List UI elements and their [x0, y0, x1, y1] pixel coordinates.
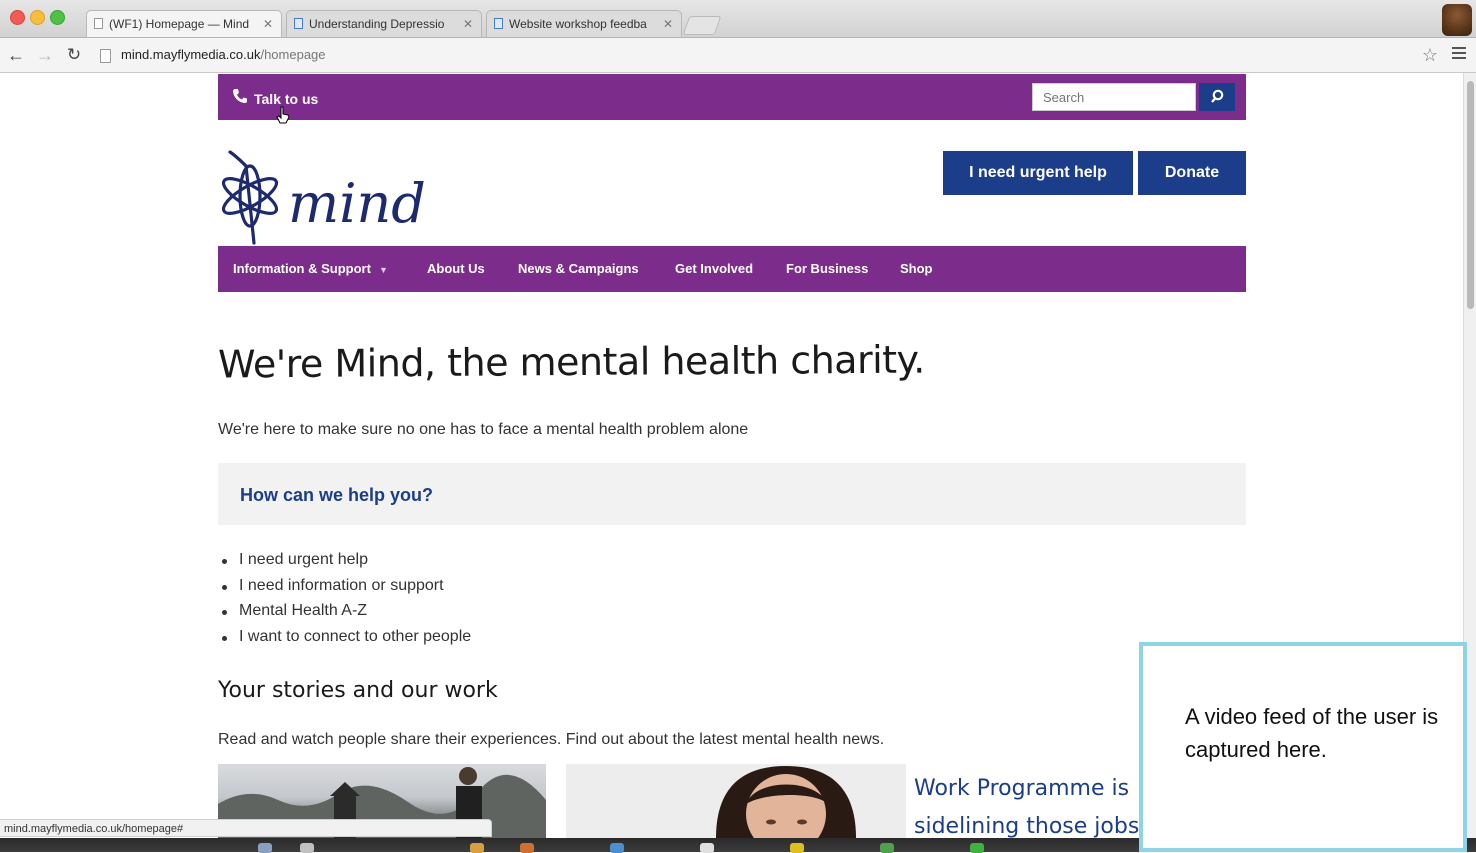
nav-item-information-support[interactable]: Information & Support ▼: [233, 246, 388, 292]
chevron-down-icon: ▼: [378, 265, 388, 275]
phone-icon: [232, 75, 248, 125]
page-subtitle: We're here to make sure no one has to fa…: [218, 421, 749, 438]
bookmark-star-icon[interactable]: ☆: [1422, 45, 1438, 66]
page-title: We're Mind, the mental health charity.: [217, 337, 925, 387]
tab-title: Website workshop feedba: [509, 17, 647, 31]
help-link-a-z[interactable]: Mental Health A-Z: [218, 599, 471, 625]
help-link-urgent[interactable]: I need urgent help: [218, 548, 471, 574]
browser-tab-homepage[interactable]: (WF1) Homepage — Mind ✕: [86, 10, 282, 37]
address-bar[interactable]: mind.mayflymedia.co.uk/homepage: [96, 42, 1446, 68]
close-window-icon[interactable]: [10, 10, 25, 25]
utility-bar: Talk to us: [218, 74, 1246, 120]
user-video-feed-panel: A video feed of the user is captured her…: [1139, 642, 1467, 852]
page-icon: [294, 18, 303, 29]
help-link-information-support[interactable]: I need information or support: [218, 574, 471, 600]
nav-item-get-involved[interactable]: Get Involved: [675, 246, 753, 292]
nav-item-shop[interactable]: Shop: [900, 246, 933, 292]
page-icon: [100, 49, 111, 63]
stories-intro: Read and watch people share their experi…: [218, 731, 885, 748]
tab-close-icon[interactable]: ✕: [463, 11, 473, 37]
help-link-connect[interactable]: I want to connect to other people: [218, 625, 471, 651]
donate-button[interactable]: Donate: [1138, 151, 1246, 195]
nav-item-about-us[interactable]: About Us: [427, 246, 485, 292]
nav-item-news-campaigns[interactable]: News & Campaigns: [518, 246, 639, 292]
forward-arrow-icon[interactable]: →: [34, 44, 56, 66]
nav-item-for-business[interactable]: For Business: [786, 246, 868, 292]
zoom-window-icon[interactable]: [50, 10, 65, 25]
page-icon: [94, 18, 103, 29]
help-panel-title[interactable]: How can we help you?: [240, 463, 433, 527]
story-image-woman[interactable]: [566, 764, 906, 838]
search-icon: [1211, 89, 1224, 103]
tab-close-icon[interactable]: ✕: [663, 11, 673, 37]
main-navigation: Information & Support ▼ About Us News & C…: [218, 246, 1246, 292]
tab-title: Understanding Depressio: [309, 17, 445, 31]
address-url: mind.mayflymedia.co.uk/homepage: [121, 47, 326, 62]
feature-headline-line: Work Programme is: [914, 776, 1130, 801]
new-tab-button[interactable]: [682, 16, 722, 35]
talk-label: Talk to us: [254, 91, 319, 107]
browser-tab-strip: (WF1) Homepage — Mind ✕ Understanding De…: [0, 0, 1476, 38]
help-panel[interactable]: How can we help you?: [218, 463, 1246, 525]
logo-wordmark: mind: [288, 172, 426, 235]
tab-title: (WF1) Homepage — Mind: [109, 17, 250, 31]
search-input[interactable]: [1032, 83, 1196, 111]
tab-close-icon[interactable]: ✕: [263, 11, 273, 37]
urgent-help-button[interactable]: I need urgent help: [943, 151, 1133, 195]
reload-icon[interactable]: ↻: [63, 44, 85, 66]
user-profile-avatar[interactable]: [1442, 4, 1472, 36]
feature-headline[interactable]: Work Programme is sidelining those jobs: [914, 770, 1144, 846]
help-link-list: I need urgent help I need information or…: [218, 548, 471, 651]
page-icon: [494, 18, 503, 29]
mouse-pointer-icon: [276, 106, 290, 124]
link-status-bar: mind.mayflymedia.co.uk/homepage#: [0, 819, 492, 837]
minimize-window-icon[interactable]: [30, 10, 45, 25]
nav-label: Information & Support: [233, 261, 371, 276]
browser-tab-understanding-depression[interactable]: Understanding Depressio ✕: [286, 10, 482, 37]
scrollbar-thumb[interactable]: [1467, 81, 1474, 309]
search-button[interactable]: [1199, 83, 1235, 111]
mind-logo[interactable]: mind: [218, 148, 438, 248]
stories-heading: Your stories and our work: [218, 678, 498, 703]
back-arrow-icon[interactable]: ←: [5, 44, 27, 66]
browser-tab-website-workshop[interactable]: Website workshop feedba ✕: [486, 10, 682, 37]
video-feed-caption: A video feed of the user is captured her…: [1185, 704, 1439, 762]
browser-menu-icon[interactable]: [1452, 47, 1466, 61]
browser-toolbar: ← → ↻ mind.mayflymedia.co.uk/homepage ☆: [0, 38, 1476, 73]
